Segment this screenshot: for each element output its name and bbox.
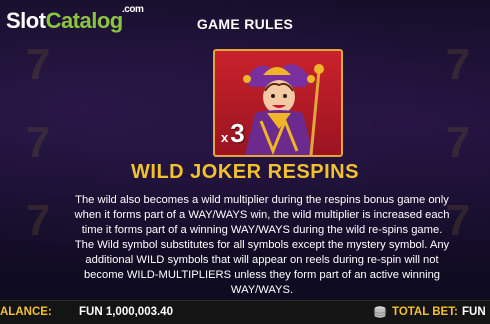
total-bet-value: FUN [462,306,486,318]
balance-value: FUN 1,000,003.40 [79,306,173,318]
rules-line: The wild also becomes a wild multiplier … [75,194,449,206]
total-bet-label: TOTAL BET: [392,306,458,318]
coin-stack-icon [374,306,386,318]
balance-label: ALANCE: [0,306,52,318]
rules-line: time it forms part of a winning WAY/WAYS… [81,224,443,236]
section-title: WILD JOKER RESPINS [131,161,359,183]
rules-description: The wild also becomes a wild multiplier … [36,193,488,298]
rules-line: when it forms part of a WAY/WAYS win, th… [74,209,450,221]
rules-line: additional WILD symbols that will appear… [85,254,439,266]
wild-multiplier-badge: x 3 [221,118,245,148]
logo-com-text: .com [122,4,144,15]
rules-line: become WILD-MULTIPLIERS unless they form… [83,269,441,281]
rules-line: The Wild symbol substitutes for all symb… [74,239,450,251]
multiplier-prefix: x [221,130,229,145]
status-bar: ALANCE: FUN 1,000,003.40 TOTAL BET: FUN [0,300,490,324]
multiplier-value: 3 [230,118,245,148]
rules-line: WAY/WAYS. [230,284,294,296]
page-title: GAME RULES [196,16,294,32]
